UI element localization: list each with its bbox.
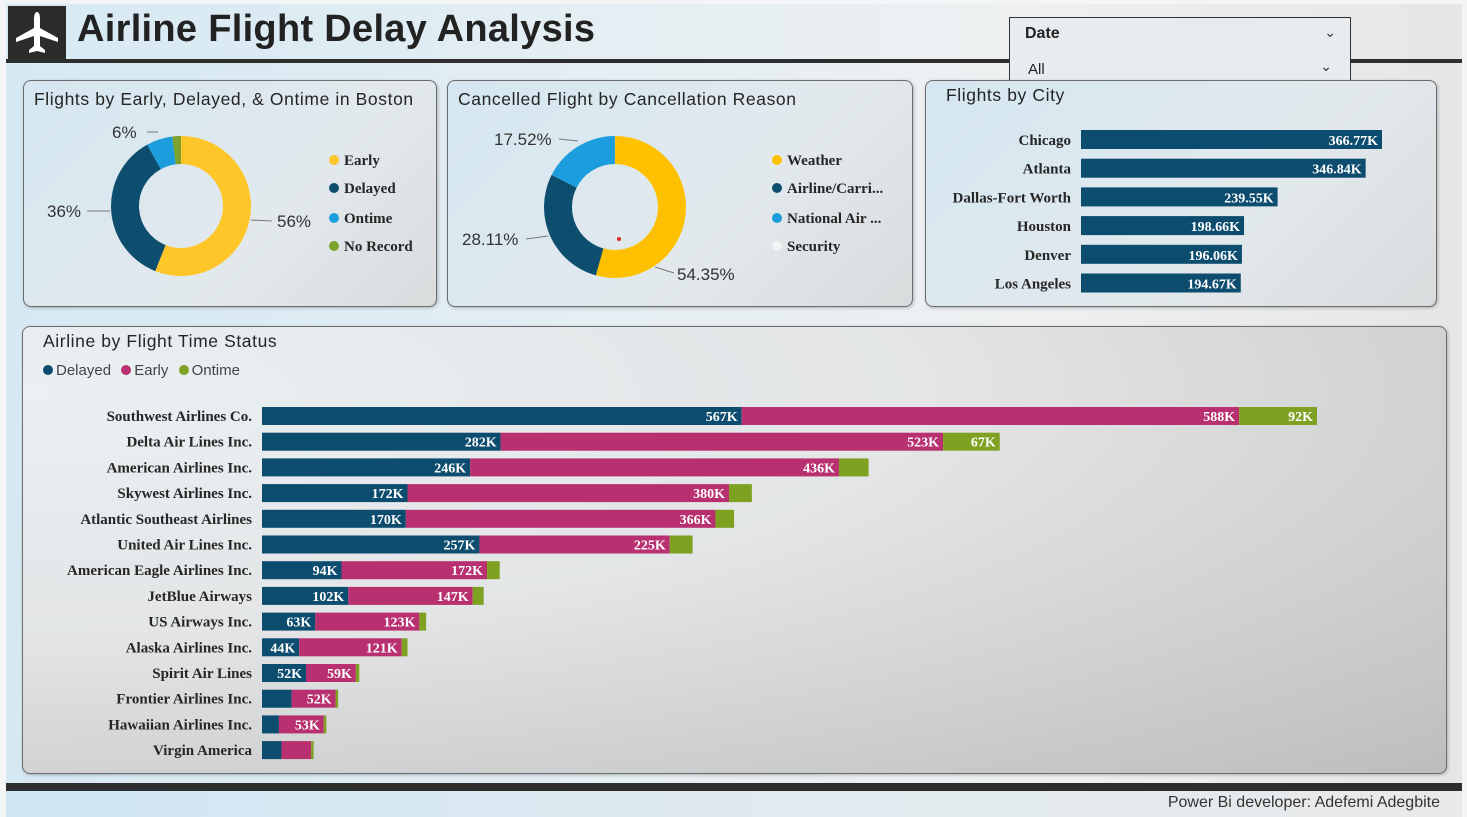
city-label: Los Angeles <box>995 277 1071 293</box>
early-pct-label: 56% <box>277 212 311 231</box>
donut-slice-delayed[interactable] <box>111 144 166 272</box>
city-label: Atlanta <box>1023 162 1072 178</box>
airline-legend: Delayed Early Ontime <box>43 362 246 379</box>
city-label: Dallas-Fort Worth <box>953 190 1072 206</box>
city-value-label: 196.06K <box>1189 249 1239 264</box>
legend-item-security[interactable]: Security <box>772 239 840 256</box>
logo-box <box>8 6 66 60</box>
legend-item-delayed[interactable]: Delayed <box>329 181 396 198</box>
airline-status-card: Airline by Flight Time Status <box>22 326 1447 774</box>
cancellation-card: Cancelled Flight by Cancellation Reason … <box>447 80 913 307</box>
legend-item-ontime[interactable]: Ontime <box>178 362 240 379</box>
leader-line <box>558 138 579 142</box>
legend-item-delayed[interactable]: Delayed <box>43 362 111 379</box>
center-marker <box>617 237 621 241</box>
city-value-label: 366.77K <box>1329 134 1379 149</box>
legend-item-airline-carrier[interactable]: Airline/Carri... <box>772 181 883 198</box>
leader-line <box>654 266 675 274</box>
footer-divider <box>6 783 1462 791</box>
delayed-pct-label: 36% <box>47 202 81 221</box>
weather-pct-label: 54.35% <box>677 265 735 284</box>
date-slicer[interactable]: Date ⌄ All ⌄ <box>1009 17 1351 81</box>
city-label: Denver <box>1024 248 1071 264</box>
legend-item-ontime[interactable]: Ontime <box>329 211 392 228</box>
leader-line <box>525 235 549 240</box>
legend-item-early[interactable]: Early <box>329 153 380 170</box>
boston-flights-card: Flights by Early, Delayed, & Ontime in B… <box>23 80 437 307</box>
page-title: Airline Flight Delay Analysis <box>77 8 596 50</box>
city-value-label: 194.67K <box>1187 278 1237 293</box>
donut-slice-airline-carrier[interactable] <box>544 174 604 276</box>
airplane-icon <box>16 12 58 53</box>
ontime-pct-label: 6% <box>112 123 137 142</box>
legend-item-national-air[interactable]: National Air ... <box>772 211 881 228</box>
legend-item-early[interactable]: Early <box>121 362 168 379</box>
slicer-label: Date <box>1025 25 1060 42</box>
legend-item-weather[interactable]: Weather <box>772 153 842 170</box>
airline-pct-label: 28.11% <box>462 230 518 249</box>
slicer-value[interactable]: All <box>1028 61 1045 78</box>
legend-item-no-record[interactable]: No Record <box>329 239 413 256</box>
city-value-label: 346.84K <box>1312 163 1362 178</box>
developer-credit: Power Bi developer: Adefemi Adegbite <box>1167 794 1440 811</box>
city-value-label: 198.66K <box>1191 220 1241 235</box>
city-value-label: 239.55K <box>1224 191 1274 206</box>
card-title: Airline by Flight Time Status <box>43 331 278 351</box>
footer: Power Bi developer: Adefemi Adegbite <box>6 791 1462 817</box>
city-label: Houston <box>1017 219 1072 235</box>
city-label: Chicago <box>1019 133 1072 149</box>
city-bar-chart: Chicago 366.77K Atlanta 346.84K Dallas-Fort … <box>953 130 1382 293</box>
chevron-down-icon[interactable]: ⌄ <box>1324 24 1336 41</box>
chevron-down-icon[interactable]: ⌄ <box>1320 58 1332 75</box>
city-card: Flights by City Chicago 366.77K Atlanta 346… <box>925 80 1437 307</box>
national-pct-label: 17.52% <box>494 130 552 149</box>
leader-line <box>250 219 273 222</box>
